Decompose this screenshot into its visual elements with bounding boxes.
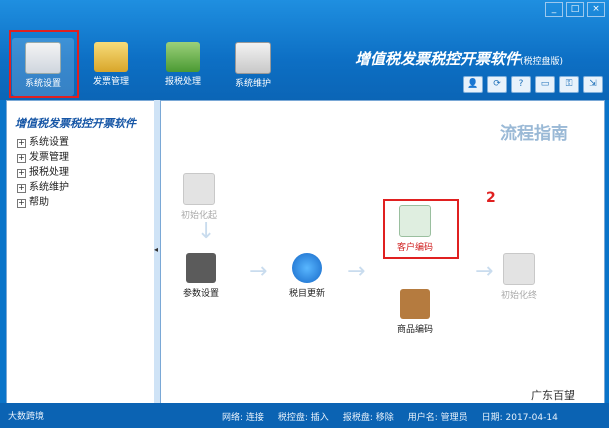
brand-subtitle: (税控盘版) [519, 57, 563, 67]
node-tax-update[interactable]: 税目更新 [289, 253, 325, 299]
arrow-down-icon: ↓ [197, 219, 216, 244]
status-logo: 大数跨境 [8, 412, 45, 422]
nav-tree: + 系统设置 + 发票管理 + 报税处理 + 系统维护 + 帮助 [7, 135, 155, 210]
toolbar-label: 报税处理 [164, 77, 201, 87]
brand-title: 增值税发票税控开票软件 [354, 50, 520, 68]
status-reportdisk: 报税盘: 移除 [342, 413, 394, 423]
window-controls: _ □ × [545, 2, 605, 17]
tree-item-label: 系统设置 [29, 137, 69, 148]
tree-item-label: 报税处理 [29, 167, 69, 178]
node-label: 商品编码 [397, 325, 434, 335]
toolbar-label: 系统维护 [234, 79, 271, 89]
tree-item-help[interactable]: + 帮助 [17, 195, 155, 210]
highlight-box-1 [9, 30, 79, 98]
top-toolbar: _ □ × 系统设置 发票管理 报税处理 系统维护 增值税发票税控开票软件(税控… [0, 0, 609, 100]
tree-item-invoice-management[interactable]: + 发票管理 [17, 150, 155, 165]
status-taxdisk: 税控盘: 插入 [277, 413, 329, 423]
tree-item-label: 发票管理 [29, 152, 69, 163]
toolbar-invoice-management[interactable]: 发票管理 [80, 38, 142, 96]
arrow-right-icon: → [475, 259, 494, 284]
node-goods-code[interactable]: 商品编码 [397, 289, 433, 335]
annotation-2: 2 [486, 190, 496, 206]
node-label: 初始化终 [501, 291, 538, 301]
toolbar-system-maintenance[interactable]: 系统维护 [222, 38, 284, 96]
node-init-end[interactable]: 初始化终 [501, 253, 537, 301]
tree-item-label: 系统维护 [29, 182, 69, 193]
status-user: 用户名: 管理员 [407, 413, 468, 423]
status-network: 网络: 连接 [222, 413, 264, 423]
maintenance-tools-icon [235, 42, 271, 74]
quick-icons: 👤 ⟳ ? ▭ ⚿ ⇲ [463, 76, 603, 93]
checklist-icon [503, 253, 535, 285]
node-label: 税目更新 [289, 289, 326, 299]
refresh-icon[interactable]: ⟳ [487, 76, 507, 93]
tree-item-label: 帮助 [29, 197, 49, 208]
highlight-box-2 [383, 199, 459, 259]
app-brand: 增值税发票税控开票软件(税控盘版) [355, 48, 563, 69]
invoice-folder-icon [94, 42, 128, 72]
key-icon[interactable]: ⚿ [559, 76, 579, 93]
status-items: 网络: 连接 税控盘: 插入 报税盘: 移除 用户名: 管理员 日期: 2017… [222, 410, 558, 423]
tax-report-icon [166, 42, 200, 72]
sliders-icon [186, 253, 216, 283]
chevron-left-icon: ◂ [154, 245, 159, 254]
close-button[interactable]: × [587, 2, 605, 17]
tree-item-system-maintenance[interactable]: + 系统维护 [17, 180, 155, 195]
watermark: 广东百望 [527, 386, 579, 404]
status-date: 日期: 2017-04-14 [481, 413, 558, 423]
maximize-button[interactable]: □ [566, 2, 584, 17]
sidebar-title: 增值税发票税控开票软件 [15, 117, 136, 130]
minimize-button[interactable]: _ [545, 2, 563, 17]
flow-title: 流程指南 [500, 124, 568, 144]
expand-icon[interactable]: + [17, 184, 26, 193]
arrow-right-icon: → [249, 259, 268, 284]
tree-item-system-settings[interactable]: + 系统设置 [17, 135, 155, 150]
sidebar: 增值税发票税控开票软件 + 系统设置 + 发票管理 + 报税处理 + 系统维护 + 帮助 [6, 100, 156, 405]
expand-icon[interactable]: + [17, 154, 26, 163]
refresh-circle-icon [292, 253, 322, 283]
node-params[interactable]: 参数设置 [183, 253, 219, 299]
exit-icon[interactable]: ⇲ [583, 76, 603, 93]
init-icon [183, 173, 215, 205]
user-icon[interactable]: 👤 [463, 76, 483, 93]
node-init-start[interactable]: 初始化起 [181, 173, 217, 221]
status-bar: 大数跨境 网络: 连接 税控盘: 插入 报税盘: 移除 用户名: 管理员 日期:… [0, 403, 609, 428]
help-icon[interactable]: ? [511, 76, 531, 93]
goods-box-icon [400, 289, 430, 319]
arrow-right-icon: → [347, 259, 366, 284]
toolbar-label: 发票管理 [92, 77, 129, 87]
node-label: 参数设置 [183, 289, 220, 299]
window-icon[interactable]: ▭ [535, 76, 555, 93]
expand-icon[interactable]: + [17, 169, 26, 178]
expand-icon[interactable]: + [17, 139, 26, 148]
expand-icon[interactable]: + [17, 199, 26, 208]
tree-item-tax-processing[interactable]: + 报税处理 [17, 165, 155, 180]
toolbar-tax-processing[interactable]: 报税处理 [152, 38, 214, 96]
